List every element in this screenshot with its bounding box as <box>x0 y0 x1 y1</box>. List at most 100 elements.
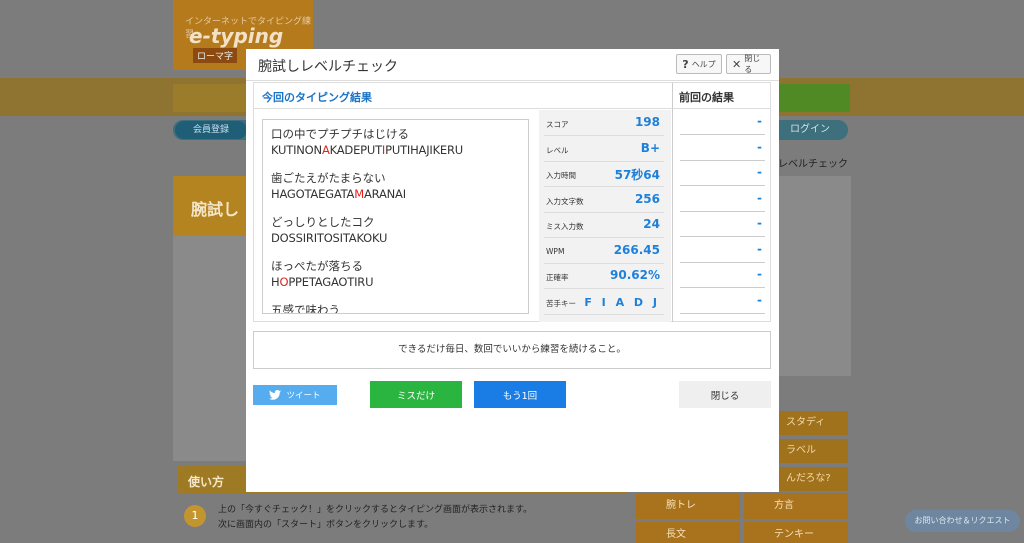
retry-button[interactable]: もう1回 <box>474 381 566 408</box>
romaji-segment: DOSSIRITOSITAKOKU <box>271 231 388 245</box>
romaji-segment: KADEPUT <box>329 143 383 157</box>
phrase-romaji: DOSSIRITOSITAKOKU <box>271 230 387 246</box>
typed-text-box[interactable]: 口の中でプチプチはじける KUTINONAKADEPUTIPUTIHAJIKERU… <box>262 119 529 314</box>
logo-tag: ローマ字 <box>193 48 238 63</box>
phrase-item: どっしりとしたコク DOSSIRITOSITAKOKU <box>271 214 387 246</box>
previous-stat-value: - <box>757 139 762 154</box>
side-menu-item[interactable]: スタディ <box>778 411 848 435</box>
previous-stat-value: - <box>757 216 762 230</box>
bottom-menu-button[interactable]: 腕トレ <box>636 493 740 519</box>
previous-stat-value: - <box>757 241 762 256</box>
close-icon: ✕ <box>732 57 742 71</box>
stat-row: WPM 266.45 <box>544 240 664 264</box>
nav-member-register[interactable]: 会員登録 <box>175 121 247 139</box>
stat-label: WPM <box>546 246 565 256</box>
romaji-segment: ARANAI <box>363 187 406 201</box>
stat-row: ミス入力数 24 <box>544 214 664 238</box>
romaji-segment: PPETAGAOTIRU <box>288 275 374 289</box>
phrase-item: ほっぺたが落ちる HOPPETAGAOTIRU <box>271 258 373 290</box>
phrase-item: 五感で味わう <box>271 302 340 314</box>
side-menu-item[interactable]: ラベル <box>778 439 848 463</box>
previous-stat-row: - <box>680 137 765 161</box>
left-panel-body <box>173 236 248 461</box>
romaji-segment: HAGOTAEGATA <box>271 187 355 201</box>
previous-stat-row: - <box>680 111 765 135</box>
previous-results-title: 前回の結果 <box>679 91 734 104</box>
step-number: 1 <box>184 505 206 527</box>
phrase-item: 口の中でプチプチはじける KUTINONAKADEPUTIPUTIHAJIKERU <box>271 126 463 158</box>
help-button[interactable]: ? ヘルプ <box>676 54 722 74</box>
previous-stat-value: - <box>757 267 762 281</box>
question-icon: ? <box>682 57 689 71</box>
phrase-item: 歯ごたえがたまらない HAGOTAEGATAMARANAI <box>271 170 406 202</box>
tweet-button[interactable]: ツイート <box>253 385 337 405</box>
stat-label: スコア <box>546 120 569 129</box>
help-button-label: ヘルプ <box>691 59 716 69</box>
nav-login[interactable]: ログイン <box>780 121 840 139</box>
phrase-japanese: 口の中でプチプチはじける <box>271 127 409 141</box>
missed-character: A <box>321 143 330 157</box>
close-top-label: 閉じる <box>744 54 761 74</box>
bottom-menu-button[interactable]: テンキー <box>744 522 848 543</box>
previous-stat-row: - <box>680 213 765 237</box>
stat-row: スコア 198 <box>544 112 664 136</box>
phrase-japanese: ほっぺたが落ちる <box>271 259 363 273</box>
phrase-romaji: KUTINONAKADEPUTIPUTIHAJIKERU <box>271 142 463 158</box>
miss-only-button[interactable]: ミスだけ <box>370 381 462 408</box>
bottom-menu-button[interactable]: 長文 <box>636 522 740 543</box>
phrase-japanese: どっしりとしたコク <box>271 215 375 229</box>
bottom-menu-button[interactable]: 方言 <box>744 493 848 519</box>
stat-row: レベル B+ <box>544 138 664 162</box>
header-green-block <box>770 84 850 112</box>
current-results-header: 今回のタイピング結果 <box>254 83 672 109</box>
howto-title: 使い方 <box>188 475 225 489</box>
stat-value: 57秒64 <box>614 168 660 182</box>
romaji-segment: KUTINON <box>271 143 322 157</box>
phrase-japanese: 歯ごたえがたまらない <box>271 171 386 185</box>
stat-row: 入力文字数 256 <box>544 189 664 213</box>
stat-label: 入力時間 <box>546 171 576 180</box>
stat-row: 苦手キー F I A D J <box>544 291 664 315</box>
phrase-romaji: HAGOTAEGATAMARANAI <box>271 186 406 202</box>
step-text: 次に画面内の「スタート」ボタンをクリックします。 <box>218 520 434 530</box>
previous-stat-value: - <box>757 292 762 307</box>
stat-label: ミス入力数 <box>546 222 584 231</box>
stats-panel: スコア 198 レベル B+ 入力時間 57秒64 入力文字数 256 ミス入力数 24 WPM 26… <box>539 110 671 322</box>
stat-value: 266.45 <box>613 242 660 257</box>
breadcrumb: レベルチェック <box>778 159 848 170</box>
current-results-title: 今回のタイピング結果 <box>262 91 372 104</box>
previous-stat-row: - <box>680 239 765 263</box>
stat-value: 90.62% <box>610 268 660 282</box>
left-panel-header: 腕試し <box>173 176 248 236</box>
stat-label: 入力文字数 <box>546 196 584 206</box>
side-menu-item[interactable]: んだろな? <box>778 467 848 491</box>
stat-label: 苦手キー <box>546 298 576 308</box>
twitter-bird-icon <box>269 390 282 400</box>
missed-character: M <box>354 187 364 201</box>
advice-message: できるだけ毎日、数回でいいから練習を続けること。 <box>253 331 771 369</box>
previous-stat-row: - <box>680 264 765 288</box>
close-button[interactable]: 閉じる <box>679 381 771 408</box>
modal-title: 腕試しレベルチェック <box>258 59 398 75</box>
previous-stats-column: - - - - - - - - <box>672 109 771 322</box>
modal-header: 腕試しレベルチェック ? ヘルプ ✕ 閉じる <box>246 49 779 81</box>
close-top-button[interactable]: ✕ 閉じる <box>726 54 771 74</box>
step-text: 上の「今すぐチェック！」をクリックするとタイピング画面が表示されます。 <box>218 505 533 515</box>
missed-character: O <box>279 275 289 289</box>
stat-value: 198 <box>634 115 660 129</box>
stat-row: 入力時間 57秒64 <box>544 163 664 187</box>
stat-value: B+ <box>640 140 660 155</box>
stat-label: 正確率 <box>546 273 569 282</box>
phrase-romaji: HOPPETAGAOTIRU <box>271 274 373 290</box>
phrase-japanese: 五感で味わう <box>271 303 340 314</box>
previous-stat-row: - <box>680 290 765 314</box>
romaji-segment: PUTIHAJIKERU <box>385 143 464 157</box>
previous-stat-value: - <box>757 190 762 205</box>
request-button[interactable]: お問い合わせ＆リクエスト <box>905 510 1020 532</box>
logo-text: e-typing <box>189 24 284 48</box>
stat-row: 正確率 90.62% <box>544 265 664 289</box>
stat-label: レベル <box>546 145 569 155</box>
previous-stat-value: - <box>757 114 762 128</box>
left-panel-title: 腕試し <box>191 200 240 219</box>
previous-stat-row: - <box>680 188 765 212</box>
